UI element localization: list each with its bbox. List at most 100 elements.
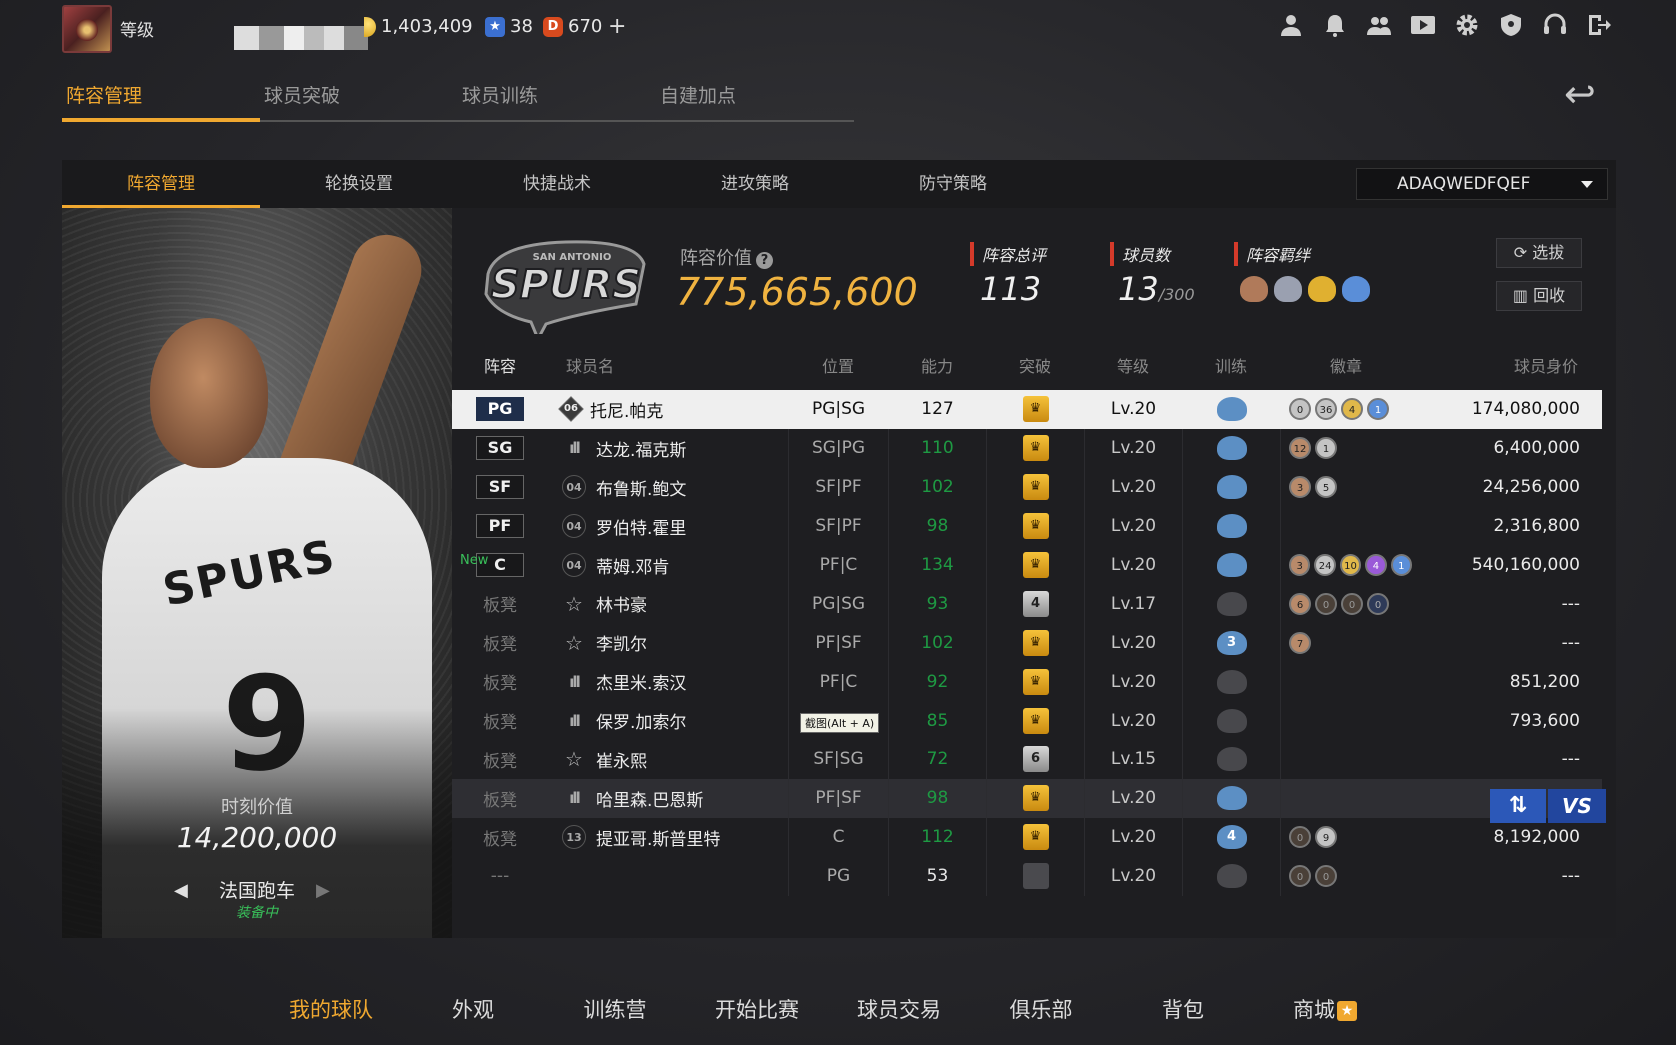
cell-badges[interactable] [1280, 778, 1412, 818]
cell-lineup[interactable]: PF [452, 507, 548, 546]
gear-icon[interactable] [1454, 12, 1480, 38]
bond-gold-icon[interactable] [1308, 276, 1336, 302]
cell-lineup[interactable]: 板凳 [452, 623, 548, 662]
nav-club[interactable]: 俱乐部 [970, 994, 1112, 1024]
col-level[interactable]: 等级 [1084, 344, 1182, 390]
cell-player[interactable]: ☆ 李凯尔 [548, 623, 788, 662]
col-player-name[interactable]: 球员名 [548, 344, 788, 390]
tab-player-breakthrough[interactable]: 球员突破 [260, 80, 458, 122]
cell-lineup[interactable]: 板凳 [452, 779, 548, 818]
col-position[interactable]: 位置 [788, 344, 888, 390]
cell-breakthrough[interactable]: 6 [986, 740, 1084, 779]
cell-training[interactable] [1182, 506, 1280, 546]
table-row[interactable]: 板凳 ıll 保罗.加索尔 85 ♛ Lv.20 793,600 [452, 701, 1602, 741]
bond-blue-icon[interactable] [1342, 276, 1370, 302]
cell-breakthrough[interactable]: ♛ [986, 428, 1084, 468]
table-row[interactable]: 板凳 ☆ 崔永熙 SF|SG 72 6 Lv.15 --- [452, 740, 1602, 779]
card-next-arrow-icon[interactable]: ▶ [316, 880, 330, 901]
cell-player[interactable]: ıll 哈里森.巴恩斯 [548, 779, 788, 818]
cell-training[interactable] [1182, 545, 1280, 585]
draft-button[interactable]: ⟳ 选拔 [1496, 238, 1582, 268]
table-row[interactable]: New C 04 蒂姆.邓肯 PF|C 134 ♛ Lv.20 3 24 10 4 1 5… [452, 545, 1602, 585]
table-row[interactable]: 板凳 ☆ 林书豪 PG|SG 93 4 Lv.17 6000 --- [452, 584, 1602, 624]
cell-badges[interactable]: 00 [1280, 856, 1412, 896]
cell-player[interactable]: 06 托尼.帕克 [548, 390, 788, 429]
swap-button[interactable]: ⇅ [1490, 789, 1546, 823]
cell-player[interactable]: ıll 保罗.加索尔 [548, 701, 788, 740]
cell-training[interactable] [1182, 701, 1280, 741]
cell-badges[interactable] [1280, 701, 1412, 741]
nav-backpack[interactable]: 背包 [1112, 994, 1254, 1024]
cell-badges[interactable] [1280, 662, 1412, 702]
nav-my-team[interactable]: 我的球队 [260, 994, 402, 1024]
player-card[interactable]: SPURS 9 时刻价值 14,200,000 法国跑车 ◀ ▶ 装备中 [62, 208, 452, 938]
person-icon[interactable] [1278, 12, 1304, 38]
friends-icon[interactable] [1366, 12, 1392, 38]
subtab-rotation[interactable]: 轮换设置 [260, 160, 458, 208]
user-avatar[interactable] [62, 5, 112, 53]
bond-silver-icon[interactable] [1274, 276, 1302, 302]
cell-training[interactable] [1182, 856, 1280, 896]
tab-player-training[interactable]: 球员训练 [458, 80, 656, 122]
nav-player-trade[interactable]: 球员交易 [828, 994, 970, 1024]
table-row[interactable]: 板凳 13 提亚哥.斯普里特 C 112 ♛ Lv.20 4 09 8,192,0… [452, 817, 1602, 857]
card-prev-arrow-icon[interactable]: ◀ [174, 880, 188, 901]
cell-breakthrough[interactable]: 4 [986, 584, 1084, 624]
cell-lineup[interactable]: 板凳 [452, 584, 548, 623]
cell-player[interactable] [548, 857, 788, 896]
cell-lineup[interactable]: 板凳 [452, 818, 548, 857]
table-row[interactable]: 板凳 ıll 杰里米.索汉 PF|C 92 ♛ Lv.20 851,200 [452, 662, 1602, 702]
col-player-value[interactable]: 球员身价 [1412, 344, 1602, 390]
cell-training[interactable] [1182, 428, 1280, 468]
cell-lineup[interactable]: PG [452, 390, 548, 429]
vs-compare-button[interactable]: VS [1548, 789, 1606, 823]
cell-player[interactable]: ıll 杰里米.索汉 [548, 662, 788, 701]
subtab-lineup[interactable]: 阵容管理 [62, 160, 260, 208]
cell-badges[interactable]: 35 [1280, 467, 1412, 507]
cell-player[interactable]: 04 蒂姆.邓肯 [548, 546, 788, 585]
nav-training-camp[interactable]: 训练营 [544, 994, 686, 1024]
cell-player[interactable]: ıll 达龙.福克斯 [548, 429, 788, 468]
table-row[interactable]: --- PG 53 Lv.20 00 --- [452, 856, 1602, 896]
subtab-defense-strategy[interactable]: 防守策略 [854, 160, 1052, 208]
cell-badges[interactable]: 6000 [1280, 584, 1412, 624]
cell-badges[interactable]: 3 24 10 4 1 [1280, 545, 1413, 585]
cell-training[interactable] [1182, 740, 1280, 779]
cell-lineup[interactable]: 板凳 [452, 662, 548, 701]
cell-training[interactable]: 4 [1182, 817, 1280, 857]
tab-custom-points[interactable]: 自建加点 [656, 80, 854, 122]
cell-breakthrough[interactable] [986, 856, 1084, 896]
table-row[interactable]: SG ıll 达龙.福克斯 SG|PG 110 ♛ Lv.20 12 1 6,400… [452, 428, 1602, 468]
cell-lineup[interactable]: 板凳 [452, 701, 548, 740]
col-badges[interactable]: 徽章 [1280, 344, 1412, 390]
cell-badges[interactable]: 0 36 4 1 [1280, 390, 1412, 429]
cell-player[interactable]: 04 罗伯特.霍里 [548, 507, 788, 546]
subtab-quick-tactics[interactable]: 快捷战术 [458, 160, 656, 208]
shield-icon[interactable] [1498, 12, 1524, 38]
help-icon[interactable]: ? [756, 252, 773, 269]
cell-breakthrough[interactable]: ♛ [986, 623, 1084, 663]
add-currency-button[interactable]: + [608, 14, 626, 39]
cell-training[interactable] [1182, 778, 1280, 818]
recycle-button[interactable]: ▥ 回收 [1496, 281, 1582, 311]
cell-breakthrough[interactable]: ♛ [986, 390, 1084, 429]
cell-badges[interactable]: 09 [1280, 817, 1412, 857]
cell-player[interactable]: ☆ 崔永熙 [548, 740, 788, 779]
cell-training[interactable] [1182, 662, 1280, 702]
col-ability[interactable]: 能力 [888, 344, 986, 390]
tab-lineup-management[interactable]: 阵容管理 [62, 80, 260, 122]
cell-breakthrough[interactable]: ♛ [986, 545, 1084, 585]
cell-badges[interactable] [1280, 740, 1412, 779]
cell-breakthrough[interactable]: ♛ [986, 701, 1084, 741]
cell-training[interactable]: 3 [1182, 623, 1280, 663]
back-button[interactable]: ↩ [1564, 74, 1618, 114]
subtab-offense-strategy[interactable]: 进攻策略 [656, 160, 854, 208]
table-row[interactable]: PG 06 托尼.帕克 PG|SG 127 ♛ Lv.20 0 36 4 1 174,0… [452, 390, 1602, 429]
cell-lineup[interactable]: SG [452, 429, 548, 468]
nav-start-game[interactable]: 开始比赛 [686, 994, 828, 1024]
cell-breakthrough[interactable]: ♛ [986, 778, 1084, 818]
bell-icon[interactable] [1322, 12, 1348, 38]
cell-badges[interactable]: 7 [1280, 623, 1412, 663]
cell-training[interactable] [1182, 390, 1280, 429]
headset-icon[interactable] [1542, 12, 1568, 38]
